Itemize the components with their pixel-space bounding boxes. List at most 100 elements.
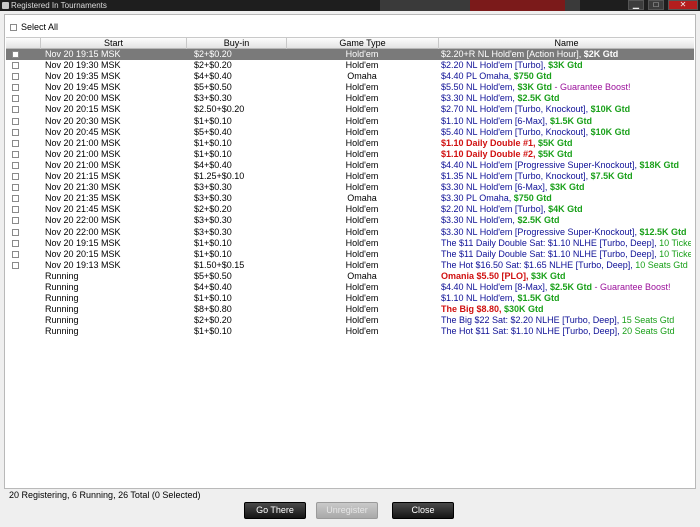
table-row[interactable]: Nov 20 20:15 MSK $2.50+$0.20 Hold'em $2.70 … [6, 104, 694, 115]
row-checkbox[interactable] [12, 184, 19, 192]
cell-game-type: Hold'em [345, 293, 379, 304]
row-checkbox[interactable] [12, 128, 19, 136]
table-row[interactable]: Nov 20 22:00 MSK $3+$0.30 Hold'em $3.30 NL … [6, 227, 694, 238]
row-checkbox[interactable] [12, 173, 19, 181]
cell-buyin: $1.25+$0.10 [194, 171, 245, 182]
tournament-table: Start Buy-in Game Type Name Nov 20 19:15… [6, 37, 694, 337]
header-game-type[interactable]: Game Type [286, 38, 438, 49]
table-row[interactable]: Nov 20 21:00 MSK $4+$0.40 Hold'em $4.40 NL … [6, 160, 694, 171]
go-there-button[interactable]: Go There [244, 502, 306, 519]
row-checkbox[interactable] [12, 106, 19, 114]
name-segment: $1.35 NL Hold'em [Turbo, Knockout], [441, 171, 591, 182]
table-row[interactable]: Nov 20 19:35 MSK $4+$0.40 Omaha $4.40 PL Om… [6, 71, 694, 82]
table-row[interactable]: Running $5+$0.50 Omaha Omania $5.50 [PLO], … [6, 271, 694, 282]
name-segment: $3.30 NL Hold'em, [441, 93, 518, 104]
table-row[interactable]: Running $4+$0.40 Hold'em $4.40 NL Hold'em [… [6, 282, 694, 293]
name-segment: $4K Gtd [548, 204, 583, 215]
table-row[interactable]: Nov 20 21:15 MSK $1.25+$0.10 Hold'em $1.35 … [6, 171, 694, 182]
cell-buyin: $1+$0.10 [194, 137, 232, 148]
cell-start: Nov 20 21:30 MSK [45, 182, 121, 193]
cell-start: Nov 20 21:00 MSK [45, 148, 121, 159]
cell-buyin: $5+$0.40 [194, 126, 232, 137]
table-row[interactable]: Running $2+$0.20 Hold'em The Big $22 Sat: $… [6, 315, 694, 326]
row-checkbox[interactable] [12, 62, 19, 70]
name-segment: $2.20+R NL Hold'em [Action Hour], [441, 49, 584, 59]
cell-buyin: $4+$0.40 [194, 71, 232, 82]
row-checkbox[interactable] [12, 261, 19, 269]
table-row[interactable]: Nov 20 21:00 MSK $1+$0.10 Hold'em $1.10 Dai… [6, 149, 694, 160]
table-row[interactable]: Nov 20 19:30 MSK $2+$0.20 Hold'em $2.20 NL … [6, 60, 694, 71]
row-checkbox[interactable] [12, 195, 19, 203]
select-all[interactable]: Select All [10, 22, 58, 33]
row-checkbox[interactable] [12, 250, 19, 258]
table-row[interactable]: Nov 20 21:30 MSK $3+$0.30 Hold'em $3.30 NL … [6, 182, 694, 193]
minimize-button[interactable]: ▁ [628, 0, 644, 10]
name-segment: $3.30 NL Hold'em [6-Max], [441, 182, 550, 193]
row-checkbox[interactable] [12, 73, 19, 81]
name-segment: The Big $8.80, [441, 304, 505, 315]
table-row[interactable]: Nov 20 20:45 MSK $5+$0.40 Hold'em $5.40 NL … [6, 127, 694, 138]
table-row[interactable]: Nov 20 19:15 MSK $1+$0.10 Hold'em The $11 D… [6, 238, 694, 249]
cell-start: Nov 20 19:35 MSK [45, 71, 121, 82]
row-checkbox[interactable] [12, 239, 19, 247]
cell-buyin: $1+$0.10 [194, 326, 232, 337]
name-segment: $2.70 NL Hold'em [Turbo, Knockout], [441, 104, 591, 115]
table-row[interactable]: Nov 20 20:30 MSK $1+$0.10 Hold'em $1.10 NL … [6, 116, 694, 127]
cell-name: $2.20 NL Hold'em [Turbo], $3K Gtd [441, 60, 691, 71]
table-row[interactable]: Nov 20 22:00 MSK $3+$0.30 Hold'em $3.30 NL … [6, 215, 694, 226]
table-row[interactable]: Nov 20 19:45 MSK $5+$0.50 Hold'em $5.50 NL … [6, 82, 694, 93]
cell-name: Omania $5.50 [PLO], $3K Gtd [441, 271, 691, 282]
cell-name: The Hot $16.50 Sat: $1.65 NLHE [Turbo, D… [441, 260, 691, 271]
close-window-button[interactable]: ✕ [668, 0, 698, 10]
table-row[interactable]: Running $8+$0.80 Hold'em The Big $8.80, $30… [6, 304, 694, 315]
cell-start: Nov 20 20:15 MSK [45, 104, 121, 115]
cell-start: Nov 20 20:30 MSK [45, 115, 121, 126]
cell-start: Nov 20 22:00 MSK [45, 226, 121, 237]
row-checkbox[interactable] [12, 150, 19, 158]
name-segment: $12.5K Gtd [639, 226, 687, 237]
cell-game-type: Hold'em [345, 148, 379, 159]
select-all-checkbox[interactable] [10, 24, 17, 31]
cell-game-type: Hold'em [345, 171, 379, 182]
unregister-button[interactable]: Unregister [316, 502, 378, 519]
table-row[interactable]: Nov 20 19:13 MSK $1.50+$0.15 Hold'em The Ho… [6, 260, 694, 271]
name-segment: Omania $5.50 [PLO], [441, 270, 532, 281]
cell-game-type: Hold'em [345, 82, 379, 93]
name-segment: $2.5K Gtd [549, 281, 592, 292]
row-checkbox[interactable] [12, 84, 19, 92]
maximize-button[interactable]: □ [648, 0, 664, 10]
table-row[interactable]: Nov 20 21:45 MSK $2+$0.20 Hold'em $2.20 NL … [6, 204, 694, 215]
row-checkbox[interactable] [12, 51, 19, 58]
row-checkbox[interactable] [12, 117, 19, 125]
row-checkbox[interactable] [12, 206, 19, 214]
cell-buyin: $2+$0.20 [194, 204, 232, 215]
row-checkbox[interactable] [12, 95, 19, 103]
row-checkbox[interactable] [12, 217, 19, 225]
row-checkbox[interactable] [12, 161, 19, 169]
cell-buyin: $1+$0.10 [194, 237, 232, 248]
cell-game-type: Hold'em [345, 49, 379, 59]
table-row[interactable]: Nov 20 20:00 MSK $3+$0.30 Hold'em $3.30 NL … [6, 93, 694, 104]
cell-buyin: $1+$0.10 [194, 293, 232, 304]
cell-name: $2.20+R NL Hold'em [Action Hour], $2K Gt… [441, 49, 691, 60]
close-button[interactable]: Close [392, 502, 454, 519]
row-checkbox[interactable] [12, 228, 19, 236]
name-segment: 10 Tickets... [659, 237, 691, 248]
table-row[interactable]: Nov 20 20:15 MSK $1+$0.10 Hold'em The $11 D… [6, 249, 694, 260]
table-row[interactable]: Nov 20 21:35 MSK $3+$0.30 Omaha $3.30 PL Om… [6, 193, 694, 204]
name-segment: $2.5K Gtd [517, 93, 560, 104]
cell-start: Nov 20 19:13 MSK [45, 259, 121, 270]
table-row[interactable]: Running $1+$0.10 Hold'em $1.10 NL Hold'em, … [6, 293, 694, 304]
header-start[interactable]: Start [40, 38, 186, 49]
table-row[interactable]: Nov 20 21:00 MSK $1+$0.10 Hold'em $1.10 Dai… [6, 138, 694, 149]
cell-start: Nov 20 19:15 MSK [45, 237, 121, 248]
cell-game-type: Hold'em [345, 115, 379, 126]
name-segment: $1.5K Gtd [549, 115, 592, 126]
header-name[interactable]: Name [438, 38, 694, 49]
row-checkbox[interactable] [12, 139, 19, 147]
table-row[interactable]: Nov 20 19:15 MSK $2+$0.20 Hold'em $2.20+R N… [6, 49, 694, 61]
header-buyin[interactable]: Buy-in [186, 38, 286, 49]
cell-game-type: Hold'em [345, 204, 379, 215]
cell-game-type: Hold'em [345, 315, 379, 326]
table-row[interactable]: Running $1+$0.10 Hold'em The Hot $11 Sat: $… [6, 326, 694, 337]
